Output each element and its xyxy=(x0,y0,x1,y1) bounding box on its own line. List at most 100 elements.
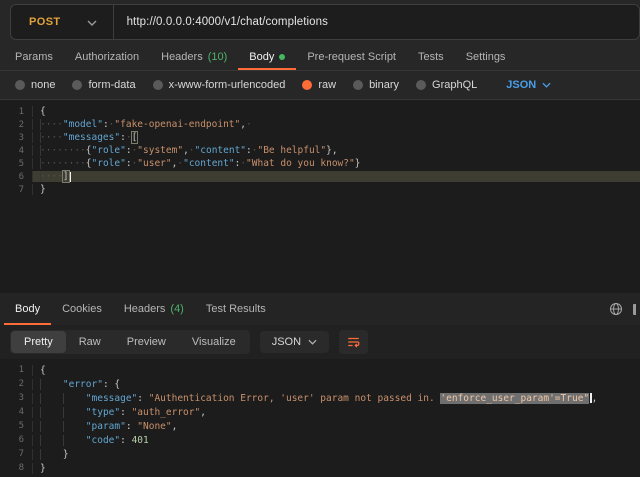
code-token: , xyxy=(200,407,206,418)
chevron-down-icon xyxy=(87,13,97,31)
code-token: ···· xyxy=(40,171,63,182)
code-content: { xyxy=(32,365,640,376)
code-line: 6 "code": 401 xyxy=(0,433,640,447)
code-token: "code" xyxy=(86,435,120,446)
code-line: 1{ xyxy=(0,363,640,377)
code-line: 7} xyxy=(0,183,640,196)
request-tab-tests[interactable]: Tests xyxy=(407,44,455,70)
code-line: 7 } xyxy=(0,447,640,461)
tab-count-badge: (10) xyxy=(208,51,228,63)
code-token: } xyxy=(355,158,361,169)
line-number: 6 xyxy=(0,435,32,445)
code-line: 5 "param": "None", xyxy=(0,419,640,433)
body-type-graphql[interactable]: GraphQL xyxy=(416,79,477,91)
response-tab-headers[interactable]: Headers(4) xyxy=(113,293,195,325)
code-token: } xyxy=(40,184,46,195)
code-token: "message" xyxy=(86,393,137,404)
response-language-label: JSON xyxy=(272,336,301,348)
code-token: { xyxy=(40,365,46,376)
code-content: ····] xyxy=(32,171,640,182)
request-tab-settings[interactable]: Settings xyxy=(455,44,517,70)
request-tab-label: Authorization xyxy=(75,51,139,63)
wrap-text-button[interactable] xyxy=(339,330,368,354)
code-content: "code": 401 xyxy=(32,435,640,446)
response-tab-cookies[interactable]: Cookies xyxy=(51,293,113,325)
code-token: "Authentication Error, 'user' param not … xyxy=(149,393,441,404)
line-number: 3 xyxy=(0,133,32,143)
view-tab-visualize[interactable]: Visualize xyxy=(179,331,249,353)
code-content: ········{"role":·"user",·"content":·"Wha… xyxy=(32,158,640,169)
code-token xyxy=(40,379,63,390)
radio-label: raw xyxy=(318,79,336,91)
radio-icon xyxy=(153,80,163,90)
body-type-binary[interactable]: binary xyxy=(353,79,399,91)
request-tab-params[interactable]: Params xyxy=(4,44,64,70)
line-number: 5 xyxy=(0,159,32,169)
view-tab-raw[interactable]: Raw xyxy=(66,331,114,353)
line-number: 7 xyxy=(0,185,32,195)
radio-icon xyxy=(72,80,82,90)
tab-count-badge: (4) xyxy=(170,303,183,315)
url-input[interactable]: http://0.0.0.0:4000/v1/chat/completions xyxy=(114,5,328,39)
view-tab-preview[interactable]: Preview xyxy=(114,331,179,353)
request-tab-pre-request-script[interactable]: Pre-request Script xyxy=(296,44,407,70)
code-token: : xyxy=(137,393,148,404)
code-token: "user" xyxy=(137,158,171,169)
line-number: 4 xyxy=(0,407,32,417)
view-tab-pretty[interactable]: Pretty xyxy=(11,331,66,353)
response-tabs-right xyxy=(609,293,636,325)
url-box: POST http://0.0.0.0:4000/v1/chat/complet… xyxy=(10,4,640,40)
request-tab-authorization[interactable]: Authorization xyxy=(64,44,150,70)
code-token xyxy=(63,407,86,418)
line-number: 4 xyxy=(0,146,32,156)
code-token: "Be helpful" xyxy=(257,145,326,156)
code-token: : xyxy=(126,421,137,432)
globe-icon[interactable] xyxy=(609,302,623,316)
response-tab-test-results[interactable]: Test Results xyxy=(195,293,277,325)
code-token: : { xyxy=(103,379,120,390)
request-tab-headers[interactable]: Headers(10) xyxy=(150,44,238,70)
body-type-x-www-form-urlencoded[interactable]: x-www-form-urlencoded xyxy=(153,79,286,91)
line-number: 6 xyxy=(0,172,32,182)
radio-icon xyxy=(416,80,426,90)
code-line: 1{ xyxy=(0,105,640,118)
clipped-icon xyxy=(633,304,636,315)
code-token: "None" xyxy=(137,421,171,432)
code-content: { xyxy=(32,106,640,117)
body-type-form-data[interactable]: form-data xyxy=(72,79,135,91)
line-number: 2 xyxy=(0,120,32,130)
code-token xyxy=(40,393,63,404)
response-toolbar: PrettyRawPreviewVisualize JSON xyxy=(0,325,640,359)
code-line: 2····"model":·"fake-openai-endpoint",· xyxy=(0,118,640,131)
request-tab-label: Pre-request Script xyxy=(307,51,396,63)
request-tabs: Params Authorization Headers(10)Body Pre-re… xyxy=(0,44,640,71)
code-token: "error" xyxy=(63,379,103,390)
code-content: "type": "auth_error", xyxy=(32,407,640,418)
response-tab-body[interactable]: Body xyxy=(4,293,51,325)
radio-label: x-www-form-urlencoded xyxy=(169,79,286,91)
response-body-editor[interactable]: 1{2 "error": { 3 "message": "Authenticati… xyxy=(0,359,640,477)
unsaved-dot xyxy=(279,54,285,60)
radio-icon xyxy=(15,80,25,90)
method-dropdown[interactable]: POST xyxy=(11,5,113,39)
code-token: "model" xyxy=(63,119,103,130)
text-cursor xyxy=(70,172,72,182)
request-body-editor[interactable]: 1{2····"model":·"fake-openai-endpoint",·… xyxy=(0,100,640,293)
code-token: [ xyxy=(132,132,138,143)
code-content: } xyxy=(32,449,640,460)
request-tab-label: Params xyxy=(15,51,53,63)
request-tab-body[interactable]: Body xyxy=(238,44,296,70)
radio-icon xyxy=(302,80,312,90)
response-language-select[interactable]: JSON xyxy=(260,331,329,353)
chevron-down-icon xyxy=(308,336,317,348)
body-type-raw[interactable]: raw xyxy=(302,79,336,91)
line-number: 3 xyxy=(0,393,32,403)
selected-text: 'enforce_user_param'=True" xyxy=(440,393,589,404)
code-line: 2 "error": { xyxy=(0,377,640,391)
body-type-none[interactable]: none xyxy=(15,79,55,91)
code-token: } xyxy=(63,449,69,460)
request-language-select[interactable]: JSON xyxy=(506,79,551,91)
code-line: 4 "type": "auth_error", xyxy=(0,405,640,419)
code-token: { xyxy=(40,106,46,117)
code-token: · xyxy=(246,119,252,130)
